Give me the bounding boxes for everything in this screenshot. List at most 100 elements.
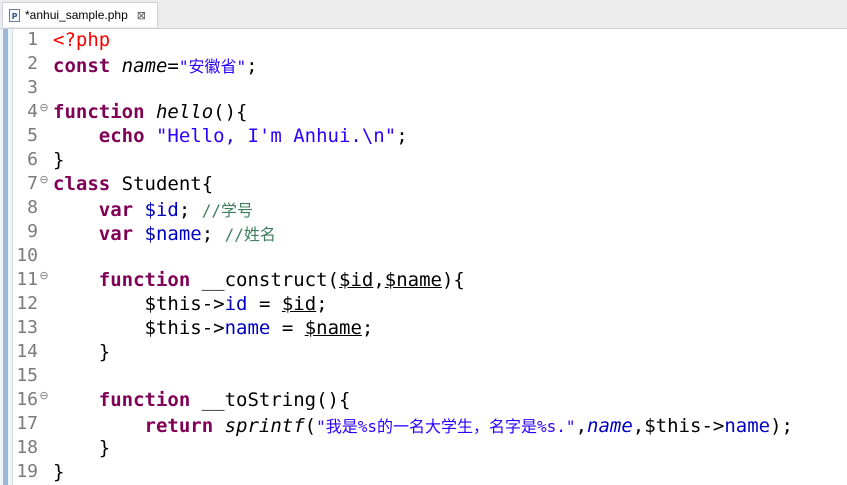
code-token: echo <box>98 125 156 147</box>
code-token: $this <box>644 415 702 437</box>
code-text: function hello(){ <box>53 101 247 123</box>
code-token: ; <box>201 223 225 245</box>
code-token: (){ <box>213 101 248 123</box>
tab-anhui-sample[interactable]: P *anhui_sample.php ⊠ <box>2 2 158 27</box>
code-line[interactable]: 9 var $name; //姓名 <box>0 221 847 245</box>
code-text: var $name; //姓名 <box>53 221 276 245</box>
code-token: $id <box>281 293 317 315</box>
code-token: ; <box>316 293 328 315</box>
code-area[interactable]: 1 <?php 2 const name="安徽省"; 3 4 ⊖ function hell… <box>0 29 847 485</box>
line-number: 11 <box>16 269 38 290</box>
line-number: 18 <box>16 437 38 458</box>
code-token: $this <box>144 293 202 315</box>
editor-tab-bar: P *anhui_sample.php ⊠ <box>0 0 847 29</box>
code-line[interactable]: 6} <box>0 149 847 173</box>
code-token: -> <box>201 317 225 339</box>
code-token: name <box>724 415 771 437</box>
code-token: Student <box>121 173 202 195</box>
code-line[interactable]: 18 } <box>0 437 847 461</box>
fold-toggle-icon[interactable]: ⊖ <box>38 269 50 282</box>
code-line[interactable]: 13 $this->name = $name; <box>0 317 847 341</box>
code-token: } <box>98 341 111 363</box>
code-line[interactable]: 7 ⊖ class Student{ <box>0 173 847 197</box>
code-line[interactable]: 5 echo "Hello, I'm Anhui.\n"; <box>0 125 847 149</box>
line-number: 13 <box>16 317 38 338</box>
code-text: function __construct($id,$name){ <box>53 269 465 291</box>
code-text: } <box>53 149 64 171</box>
line-number: 9 <box>27 221 38 242</box>
code-line[interactable]: 14 } <box>0 341 847 365</box>
code-line[interactable]: 3 <box>0 77 847 101</box>
line-number: 4 <box>27 101 38 122</box>
line-number: 10 <box>16 245 38 266</box>
code-token: $name <box>384 269 442 291</box>
code-token: function <box>98 389 202 411</box>
code-line[interactable]: 4 ⊖ function hello(){ <box>0 101 847 125</box>
code-token: //学号 <box>201 201 254 220</box>
code-text: return sprintf("我是%s的一名大学生，名字是%s.",name,… <box>53 413 793 437</box>
code-line[interactable]: 10 <box>0 245 847 269</box>
code-line[interactable]: 16 ⊖ function __toString(){ <box>0 389 847 413</box>
code-line[interactable]: 17 return sprintf("我是%s的一名大学生，名字是%s.",na… <box>0 413 847 437</box>
fold-toggle-icon[interactable]: ⊖ <box>38 173 50 186</box>
code-line[interactable]: 2 const name="安徽省"; <box>0 53 847 77</box>
code-line[interactable]: 12 $this->id = $id; <box>0 293 847 317</box>
code-token: const <box>53 55 122 77</box>
code-token: //姓名 <box>224 225 276 244</box>
line-number: 15 <box>16 365 38 386</box>
code-token: ; <box>178 199 202 221</box>
code-text: } <box>53 341 110 363</box>
php-file-icon: P <box>9 8 20 22</box>
code-token: = <box>167 55 179 77</box>
code-token: function <box>53 101 156 123</box>
code-token: id <box>224 293 248 315</box>
code-line[interactable]: 19} <box>0 461 847 485</box>
code-token: , <box>575 415 588 437</box>
code-token: __toString(){ <box>201 389 351 411</box>
code-token: ; <box>246 55 258 77</box>
code-token: } <box>98 437 111 459</box>
code-text: } <box>53 461 64 483</box>
line-number: 17 <box>16 413 38 434</box>
line-number: 6 <box>27 149 38 170</box>
code-token: name <box>224 317 271 339</box>
code-token: var <box>98 199 145 221</box>
line-number: 7 <box>27 173 38 194</box>
code-text: $this->name = $name; <box>53 317 374 339</box>
code-token: } <box>53 149 65 171</box>
line-number: 3 <box>27 77 38 98</box>
code-line[interactable]: 11 ⊖ function __construct($id,$name){ <box>0 269 847 293</box>
code-token: = <box>247 293 282 315</box>
line-number: 5 <box>27 125 38 146</box>
code-token: function <box>98 269 202 291</box>
line-number: 2 <box>27 53 38 74</box>
code-text: const name="安徽省"; <box>53 53 258 77</box>
code-token: "我是%s的一名大学生，名字是%s." <box>316 417 576 436</box>
code-token: } <box>53 461 65 483</box>
fold-toggle-icon[interactable]: ⊖ <box>38 101 50 114</box>
code-token: __construct( <box>201 269 339 291</box>
fold-toggle-icon[interactable]: ⊖ <box>38 389 50 402</box>
code-token: name <box>587 415 633 437</box>
code-line[interactable]: 15 <box>0 365 847 389</box>
code-token: <?php <box>53 29 111 51</box>
code-token: $id <box>339 269 374 291</box>
code-token: , <box>632 415 645 437</box>
code-line[interactable]: 1 <?php <box>0 29 847 53</box>
code-text: echo "Hello, I'm Anhui.\n"; <box>53 125 408 147</box>
code-editor[interactable]: 1 <?php 2 const name="安徽省"; 3 4 ⊖ function hell… <box>0 29 847 485</box>
code-line[interactable]: 8 var $id; //学号 <box>0 197 847 221</box>
code-text: <?php <box>53 29 110 51</box>
code-text: var $id; //学号 <box>53 197 253 221</box>
line-number: 8 <box>27 197 38 218</box>
close-icon[interactable]: ⊠ <box>137 9 146 22</box>
code-token: ; <box>361 317 374 339</box>
code-token: ; <box>396 125 408 147</box>
code-text: function __toString(){ <box>53 389 351 411</box>
